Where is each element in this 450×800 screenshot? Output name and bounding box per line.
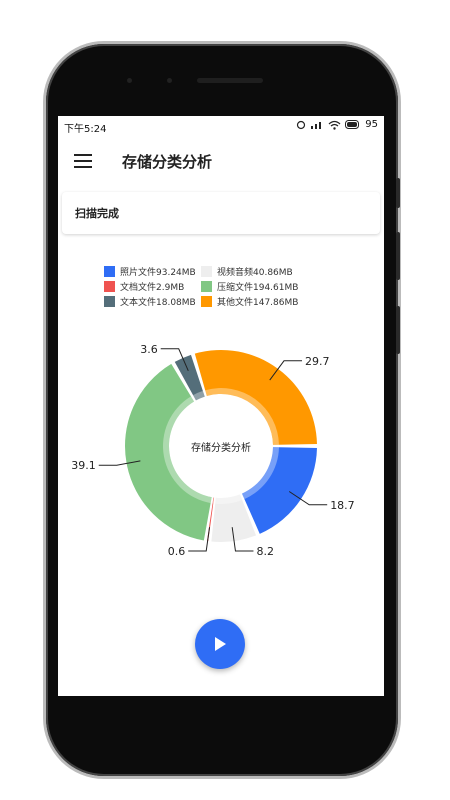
legend-swatch [104,296,115,307]
legend-item: 压缩文件194.61MB [201,280,298,293]
power-button [396,232,400,280]
status-time: 下午5:24 [64,124,107,135]
status-icons: 95 [296,119,378,130]
legend-item: 照片文件93.24MB [104,265,196,278]
slice-value-label: 8.2 [256,545,274,556]
camera-dot [127,78,132,83]
slice-value-label: 18.7 [330,499,355,512]
sync-icon [297,120,306,129]
legend-label: 压缩文件194.61MB [217,283,299,293]
legend-swatch [201,281,212,292]
legend-label: 文本文件18.08MB [120,298,196,308]
app-bar: 存储分类分析 [58,136,384,188]
legend-item: 其他文件147.86MB [201,295,298,308]
volume-button [396,178,400,208]
battery-icon [345,120,360,129]
earpiece [197,78,263,83]
wifi-icon [328,120,341,130]
legend-label: 其他文件147.86MB [217,298,299,308]
storage-donut-chart: 存储分类分析 18.7 8.2 0.6 39.1 3.6 29.7 [71,343,355,556]
menu-icon[interactable] [74,154,92,168]
page-title: 存储分类分析 [122,153,213,171]
legend-swatch [104,281,115,292]
battery-level: 95 [365,119,378,130]
legend-swatch [201,296,212,307]
scan-status-card: 扫描完成 [62,192,380,234]
legend-label: 视频音频40.86MB [217,268,293,278]
legend-item: 文本文件18.08MB [104,295,196,308]
slice-value-label: 3.6 [140,343,158,356]
play-button[interactable] [195,619,245,669]
status-bar: 下午5:24 95 [58,116,384,136]
signal-icon [311,122,322,129]
screen: 下午5:24 95 存储分类分析 扫描完成 照片文件93.24MB 视频音频40… [58,116,384,696]
donut-slice[interactable] [194,350,317,445]
slice-value-label: 0.6 [168,545,186,556]
slice-value-label: 39.1 [71,459,96,472]
chart-center-label: 存储分类分析 [191,441,251,454]
legend-swatch [104,266,115,277]
scan-status-text: 扫描完成 [75,207,119,220]
slice-value-label: 29.7 [305,355,330,368]
sensor-dot [167,78,172,83]
legend-item: 文档文件2.9MB [104,280,184,293]
legend-label: 照片文件93.24MB [120,268,196,278]
donut-slice-inner-ring [212,497,215,504]
legend-swatch [201,266,212,277]
legend-label: 文档文件2.9MB [120,283,185,293]
legend-item: 视频音频40.86MB [201,265,293,278]
play-icon [215,637,226,651]
side-button-lower [396,306,400,354]
